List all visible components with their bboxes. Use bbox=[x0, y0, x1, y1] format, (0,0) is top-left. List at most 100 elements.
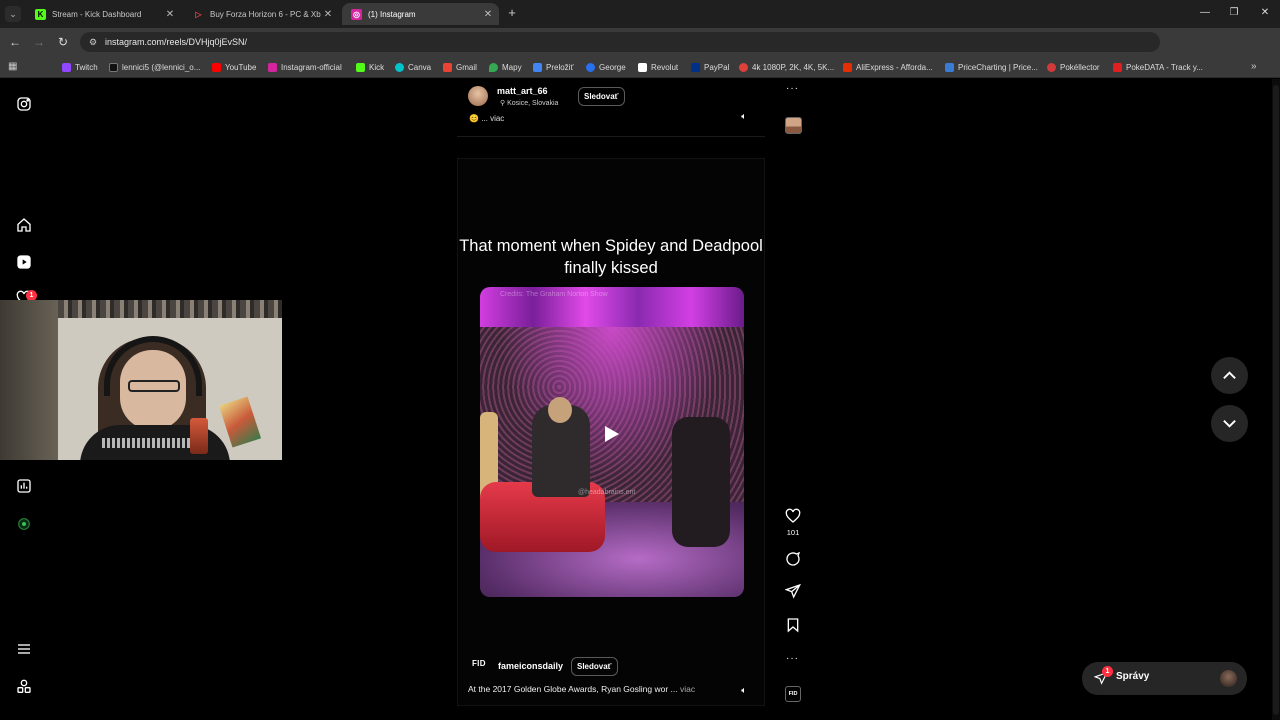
reel-video[interactable]: Credits: The Graham Norton Show @headabr… bbox=[480, 287, 744, 597]
gmail-icon bbox=[443, 62, 452, 72]
volume-icon[interactable]: 🔈︎ bbox=[737, 109, 751, 123]
follow-button[interactable]: Sledovať bbox=[578, 87, 625, 106]
instagram-logo-icon[interactable] bbox=[16, 96, 32, 112]
window-close-icon[interactable]: ✕ bbox=[1258, 6, 1272, 20]
caption-more[interactable]: ... viac bbox=[481, 114, 504, 123]
address-bar[interactable]: ⚙ instagram.com/reels/DVHjq0jEvSN/ bbox=[80, 32, 1160, 52]
more-options-icon[interactable]: ··· bbox=[786, 83, 799, 94]
bookmark-label: Canva bbox=[408, 62, 432, 72]
audio-thumbnail[interactable]: FID bbox=[785, 686, 801, 702]
bookmark-label: Gmail bbox=[456, 62, 477, 72]
menu-hamburger-icon[interactable] bbox=[16, 641, 32, 657]
reload-icon[interactable]: ↻ bbox=[55, 34, 71, 50]
revolut-icon bbox=[638, 62, 647, 72]
bookmark-label: Pokéllector bbox=[1060, 62, 1100, 72]
bookmark-canva[interactable]: Canva bbox=[395, 61, 431, 73]
new-tab-plus-icon[interactable]: + bbox=[505, 5, 519, 21]
page-scrollbar[interactable] bbox=[1272, 79, 1280, 720]
avatar[interactable] bbox=[468, 86, 488, 106]
more-options-icon[interactable]: ··· bbox=[786, 653, 799, 664]
reel-caption[interactable]: At the 2017 Golden Globe Awards, Ryan Go… bbox=[468, 684, 695, 694]
home-icon[interactable] bbox=[16, 217, 32, 233]
video-watermark: @headabrains.ent bbox=[578, 489, 636, 496]
audio-thumbnail[interactable] bbox=[785, 117, 802, 134]
bookmark-youtube[interactable]: YouTube bbox=[212, 61, 256, 73]
tab-title: (1) Instagram bbox=[368, 9, 416, 19]
tab-title: Buy Forza Horizon 6 - PC & Xb bbox=[210, 9, 321, 19]
bookmark-george[interactable]: George bbox=[586, 61, 626, 73]
tab-title: Stream - Kick Dashboard bbox=[52, 9, 142, 19]
tab-search-chevron-icon[interactable]: ⌄ bbox=[5, 6, 21, 22]
bookmark-label: Instagram-official bbox=[281, 62, 342, 72]
follow-button[interactable]: Sledovať bbox=[571, 657, 618, 676]
messages-button[interactable]: 1 Správy bbox=[1082, 662, 1247, 695]
like-heart-icon[interactable] bbox=[785, 508, 801, 524]
bookmark-label: AliExpress - Afforda... bbox=[856, 62, 933, 72]
location-text: Kosice, Slovakia bbox=[507, 100, 559, 107]
bookmark-aliexpress[interactable]: AliExpress - Afforda... bbox=[843, 61, 933, 73]
instagram-icon bbox=[268, 62, 277, 72]
bookmark-pricecharting[interactable]: PriceCharting | Price... bbox=[945, 61, 1038, 73]
bookmark-revolut[interactable]: Revolut bbox=[638, 61, 678, 73]
insights-chart-icon[interactable] bbox=[16, 478, 32, 494]
bookmark-label: PayPal bbox=[704, 62, 730, 72]
tab-kick-dashboard[interactable]: K Stream - Kick Dashboard ✕ bbox=[26, 3, 181, 25]
reels-icon[interactable] bbox=[16, 254, 32, 270]
caption-text: At the 2017 Golden Globe Awards, Ryan Go… bbox=[468, 684, 678, 694]
bookmark-label: George bbox=[599, 62, 626, 72]
reel-location[interactable]: ⚲ Kosice, Slovakia bbox=[500, 99, 558, 107]
site-info-icon[interactable]: ⚙ bbox=[87, 36, 99, 48]
bookmark-gmail[interactable]: Gmail bbox=[443, 61, 477, 73]
account-logo[interactable]: FID bbox=[472, 659, 486, 668]
back-arrow-icon[interactable]: ← bbox=[7, 34, 23, 50]
bookmark-kick[interactable]: Kick bbox=[356, 61, 384, 73]
bookmark-tiktok[interactable]: lennici5 (@lennici_o... bbox=[109, 61, 200, 73]
browser-toolbar: ← → ↻ ⚙ instagram.com/reels/DVHjq0jEvSN/… bbox=[0, 28, 1280, 77]
reel-username[interactable]: matt_art_66 bbox=[497, 86, 548, 96]
close-icon[interactable]: ✕ bbox=[163, 9, 177, 20]
forward-arrow-icon[interactable]: → bbox=[31, 34, 47, 50]
next-reel-button[interactable] bbox=[1211, 405, 1248, 442]
bookmark-label: Mapy bbox=[502, 62, 522, 72]
previous-reel-button[interactable] bbox=[1211, 357, 1248, 394]
url-text[interactable]: instagram.com/reels/DVHjq0jEvSN/ bbox=[105, 35, 247, 49]
bookmark-mapy[interactable]: Mapy bbox=[489, 61, 522, 73]
tab-forza-horizon[interactable]: ▷ Buy Forza Horizon 6 - PC & Xb ✕ bbox=[184, 3, 339, 25]
more-apps-icon[interactable] bbox=[16, 679, 32, 695]
profile-thumbnail-icon[interactable] bbox=[16, 516, 32, 532]
reel-caption[interactable]: 😊 ... viac bbox=[469, 114, 504, 123]
bookmark-label: Twitch bbox=[75, 62, 98, 72]
kick-icon: K bbox=[35, 8, 46, 20]
instagram-reels-page: 1 matt_art_66 ⚲ Kosice, Slovakia Sledova… bbox=[0, 79, 1280, 720]
bookmark-4k-wallpapers[interactable]: 4k 1080P, 2K, 4K, 5K... bbox=[739, 61, 834, 73]
pokedata-icon bbox=[1113, 62, 1122, 72]
bookmark-twitch[interactable]: Twitch bbox=[62, 61, 98, 73]
bookmark-prelozit[interactable]: Preložiť bbox=[533, 61, 573, 73]
previous-reel: matt_art_66 ⚲ Kosice, Slovakia Sledovať … bbox=[457, 79, 765, 135]
bookmarks-overflow-chevron-icon[interactable]: » bbox=[1251, 61, 1257, 72]
bookmark-label: 4k 1080P, 2K, 4K, 5K... bbox=[752, 62, 835, 72]
bookmark-pokellector[interactable]: Pokéllector bbox=[1047, 61, 1100, 73]
bookmark-pokedata[interactable]: PokeDATA - Track y... bbox=[1113, 61, 1203, 73]
messages-badge: 1 bbox=[1102, 666, 1113, 677]
apps-grid-icon[interactable]: ▦ bbox=[8, 61, 19, 72]
save-bookmark-icon[interactable] bbox=[785, 617, 801, 633]
tab-instagram[interactable]: ◎ (1) Instagram ✕ bbox=[342, 3, 499, 25]
bookmark-paypal[interactable]: PayPal bbox=[691, 61, 729, 73]
close-icon[interactable]: ✕ bbox=[481, 9, 495, 20]
play-icon[interactable] bbox=[604, 425, 620, 443]
kick-icon bbox=[356, 62, 365, 72]
close-icon[interactable]: ✕ bbox=[321, 9, 335, 20]
scrollbar-thumb[interactable] bbox=[1273, 85, 1279, 715]
bookmark-instagram-official[interactable]: Instagram-official bbox=[268, 61, 342, 73]
map-pin-icon bbox=[489, 62, 498, 72]
current-reel[interactable]: That moment when Spidey and Deadpool fin… bbox=[457, 158, 765, 706]
reel-username[interactable]: fameiconsdaily bbox=[498, 661, 563, 671]
volume-icon[interactable]: 🔈︎ bbox=[737, 683, 751, 697]
caption-more[interactable]: viac bbox=[680, 684, 695, 694]
instagram-icon: ◎ bbox=[351, 8, 362, 20]
share-paper-plane-icon[interactable] bbox=[785, 583, 801, 599]
minimize-icon[interactable]: — bbox=[1198, 6, 1212, 20]
comment-icon[interactable] bbox=[785, 551, 801, 567]
restore-icon[interactable]: ❐ bbox=[1227, 6, 1241, 20]
